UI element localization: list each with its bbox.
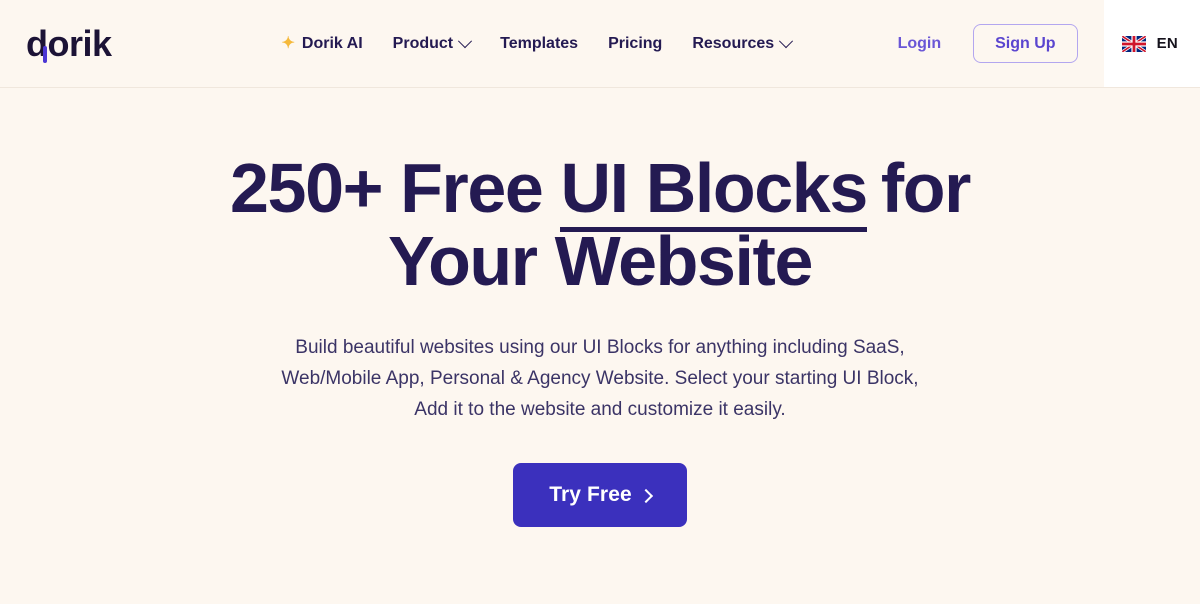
nav-item-product[interactable]: Product bbox=[392, 33, 473, 52]
nav-label: Resources bbox=[692, 34, 775, 52]
title-part-one: 250+ Free bbox=[230, 149, 561, 227]
signup-button[interactable]: Sign Up bbox=[973, 24, 1078, 63]
title-part-two: for bbox=[880, 149, 972, 227]
chevron-right-icon bbox=[638, 488, 653, 503]
nav-item-dorik-ai[interactable]: ✦ Dorik AI bbox=[281, 34, 363, 52]
title-line-two: Your Website bbox=[387, 222, 813, 300]
try-free-button[interactable]: Try Free bbox=[513, 463, 687, 527]
nav-label: Templates bbox=[500, 34, 579, 52]
dorik-logo[interactable]: dorik bbox=[26, 22, 112, 64]
nav-item-pricing[interactable]: Pricing bbox=[608, 34, 663, 52]
nav-label: Product bbox=[392, 34, 454, 52]
site-header: dorik ✦ Dorik AI Product Templates Prici… bbox=[0, 0, 1200, 88]
hero-subtitle: Build beautiful websites using our UI Bl… bbox=[281, 337, 919, 420]
hero-section: 250+ Free UI Blocks for Your Website Buil… bbox=[0, 88, 1200, 527]
chevron-down-icon bbox=[779, 33, 794, 48]
login-link[interactable]: Login bbox=[898, 35, 942, 53]
primary-nav: ✦ Dorik AI Product Templates Pricing Res… bbox=[281, 33, 794, 52]
cta-label: Try Free bbox=[549, 483, 632, 506]
header-actions: Login Sign Up EN bbox=[898, 0, 1200, 87]
chevron-down-icon bbox=[458, 33, 473, 48]
page-root: dorik ✦ Dorik AI Product Templates Prici… bbox=[0, 0, 1200, 604]
nav-label: Dorik AI bbox=[301, 34, 363, 52]
nav-item-templates[interactable]: Templates bbox=[500, 34, 579, 52]
nav-label: Pricing bbox=[608, 34, 663, 52]
title-highlight: UI Blocks bbox=[560, 149, 868, 232]
logo-accent-stem bbox=[43, 45, 47, 63]
logo-wordmark: dorik bbox=[26, 22, 112, 64]
logo-text: dorik bbox=[26, 22, 112, 64]
language-selector[interactable]: EN bbox=[1103, 0, 1200, 87]
nav-item-resources[interactable]: Resources bbox=[692, 33, 794, 52]
hero-cta-wrap: Try Free bbox=[0, 463, 1200, 527]
sparkle-icon: ✦ bbox=[281, 34, 295, 52]
page-title: 250+ Free UI Blocks for Your Website bbox=[0, 152, 1200, 298]
uk-flag-icon bbox=[1121, 35, 1146, 52]
language-code: EN bbox=[1156, 35, 1178, 52]
